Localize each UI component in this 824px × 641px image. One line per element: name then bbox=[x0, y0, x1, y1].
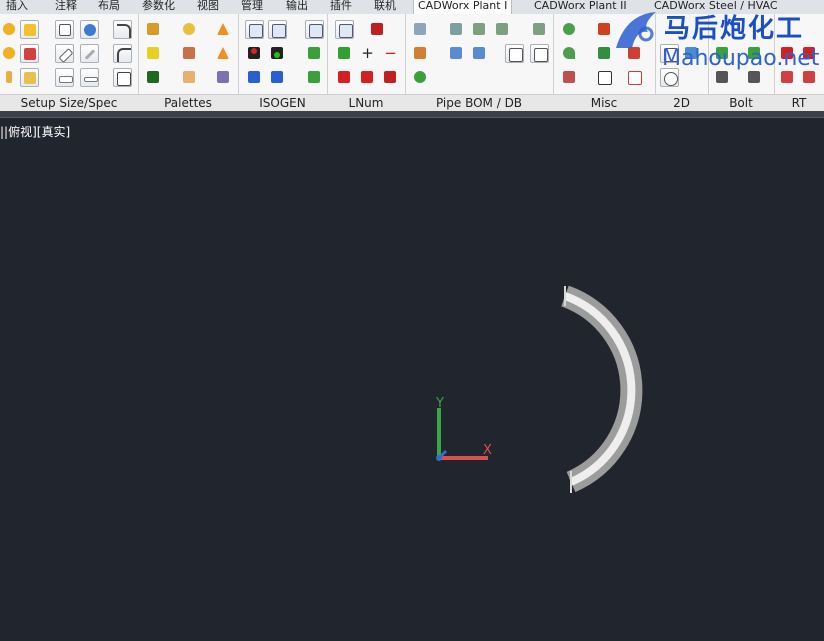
isogen-grid-icon[interactable] bbox=[214, 68, 233, 87]
lnum-hand2-icon[interactable] bbox=[381, 68, 400, 87]
panel-title-bolt[interactable]: Bolt bbox=[708, 95, 774, 112]
book-icon[interactable] bbox=[20, 20, 39, 39]
watermark-title: 马后炮化工 bbox=[664, 14, 805, 44]
panel-title-rt[interactable]: RT bbox=[774, 95, 824, 112]
tab-annotate[interactable]: 注释 bbox=[55, 0, 77, 14]
grid-palette-icon[interactable] bbox=[144, 44, 163, 63]
ruler-icon[interactable] bbox=[55, 44, 74, 63]
dmp-icon[interactable] bbox=[305, 44, 324, 63]
pcf-out-icon[interactable] bbox=[245, 68, 264, 87]
iso-doc-icon[interactable] bbox=[305, 20, 324, 39]
113-icon[interactable] bbox=[335, 44, 354, 63]
db-icon-3[interactable] bbox=[493, 20, 512, 39]
pump-icon[interactable] bbox=[180, 20, 199, 39]
db-check-icon[interactable] bbox=[505, 44, 524, 63]
tab-online[interactable]: 联机 bbox=[374, 0, 396, 14]
lnum-hand-icon[interactable] bbox=[368, 20, 387, 39]
misc-pin-icon[interactable] bbox=[560, 44, 579, 63]
valve-palette-icon[interactable] bbox=[180, 44, 199, 63]
ribbon-bottom-edge bbox=[0, 111, 824, 118]
misc-lock-icon[interactable] bbox=[595, 68, 614, 87]
pipe-icon[interactable] bbox=[80, 44, 99, 63]
sheet-icon[interactable] bbox=[113, 68, 132, 87]
watermark-url: Mahoupao.net bbox=[662, 46, 820, 71]
db-import-icon[interactable] bbox=[470, 44, 489, 63]
pipe-horizontal-icon[interactable] bbox=[55, 68, 74, 87]
traffic-red-icon[interactable] bbox=[245, 44, 264, 63]
tap-icon[interactable] bbox=[305, 68, 324, 87]
db-icon-1[interactable] bbox=[447, 20, 466, 39]
panel-title-bar: Setup Size/Spec Palettes ISOGEN LNum Pip… bbox=[0, 94, 824, 112]
misc-link-icon[interactable] bbox=[560, 20, 579, 39]
warning2-icon[interactable] bbox=[214, 44, 233, 63]
setup-icon[interactable] bbox=[0, 20, 19, 39]
minus-icon[interactable]: − bbox=[381, 44, 400, 63]
check-icon[interactable] bbox=[55, 20, 74, 39]
iso-config-icon[interactable] bbox=[268, 20, 287, 39]
map-palette-icon[interactable] bbox=[180, 68, 199, 87]
bend-icon[interactable] bbox=[113, 20, 132, 39]
iso-icon[interactable] bbox=[245, 20, 264, 39]
target-icon[interactable] bbox=[411, 68, 430, 87]
spc-palette-icon[interactable] bbox=[144, 20, 163, 39]
watermark-logo bbox=[616, 12, 656, 48]
plus-icon[interactable]: + bbox=[358, 44, 377, 63]
113-red-icon[interactable] bbox=[358, 68, 377, 87]
traffic-green-icon[interactable] bbox=[268, 44, 287, 63]
reducer-icon[interactable] bbox=[0, 68, 19, 87]
green-palette-icon[interactable] bbox=[144, 68, 163, 87]
spec-edit-icon[interactable] bbox=[20, 68, 39, 87]
db-export-icon[interactable] bbox=[447, 44, 466, 63]
misc-clamp-icon[interactable] bbox=[560, 68, 579, 87]
panel-title-2d[interactable]: 2D bbox=[655, 95, 708, 112]
setup-flag-icon[interactable] bbox=[0, 44, 19, 63]
panel-title-setup[interactable]: Setup Size/Spec bbox=[0, 95, 138, 112]
tab-output[interactable]: 输出 bbox=[286, 0, 308, 14]
bom-edit-icon[interactable] bbox=[411, 44, 430, 63]
tab-view[interactable]: 视图 bbox=[197, 0, 219, 14]
pcf-in-icon[interactable] bbox=[268, 68, 287, 87]
tab-insert[interactable]: 插入 bbox=[6, 0, 28, 14]
ucs-icon: Y X bbox=[435, 396, 492, 461]
bend2-icon[interactable] bbox=[113, 44, 132, 63]
panel-title-lnum[interactable]: LNum bbox=[327, 95, 405, 112]
warning-icon[interactable] bbox=[214, 20, 233, 39]
tab-layout[interactable]: 布局 bbox=[98, 0, 120, 14]
spec-red-icon[interactable] bbox=[20, 44, 39, 63]
tab-plugins[interactable]: 插件 bbox=[330, 0, 352, 14]
panel-title-palettes[interactable]: Palettes bbox=[138, 95, 238, 112]
pipe-thin-icon[interactable] bbox=[80, 68, 99, 87]
ucs-y-label: Y bbox=[435, 396, 444, 411]
tab-parametric[interactable]: 参数化 bbox=[142, 0, 175, 14]
ucs-x-label: X bbox=[483, 443, 492, 458]
db-check2-icon[interactable] bbox=[530, 44, 549, 63]
panel-title-pipe-bom[interactable]: Pipe BOM / DB bbox=[405, 95, 553, 112]
db-sync-icon[interactable] bbox=[530, 20, 549, 39]
ucs-origin bbox=[436, 455, 442, 461]
tab-manage[interactable]: 管理 bbox=[241, 0, 263, 14]
misc-camera-icon[interactable] bbox=[625, 68, 644, 87]
panel-title-isogen[interactable]: ISOGEN bbox=[238, 95, 327, 112]
panel-title-misc[interactable]: Misc bbox=[553, 95, 655, 112]
elbow-pipe bbox=[561, 285, 643, 493]
drawing-canvas[interactable]: Y X bbox=[0, 118, 824, 641]
db-icon-2[interactable] bbox=[470, 20, 489, 39]
bom-icon[interactable] bbox=[411, 20, 430, 39]
tab-cadworx-plant-1[interactable]: CADWorx Plant I bbox=[413, 0, 513, 14]
wrench-icon[interactable] bbox=[80, 20, 99, 39]
lnum-icon[interactable] bbox=[335, 20, 354, 39]
flag-icon[interactable] bbox=[335, 68, 354, 87]
